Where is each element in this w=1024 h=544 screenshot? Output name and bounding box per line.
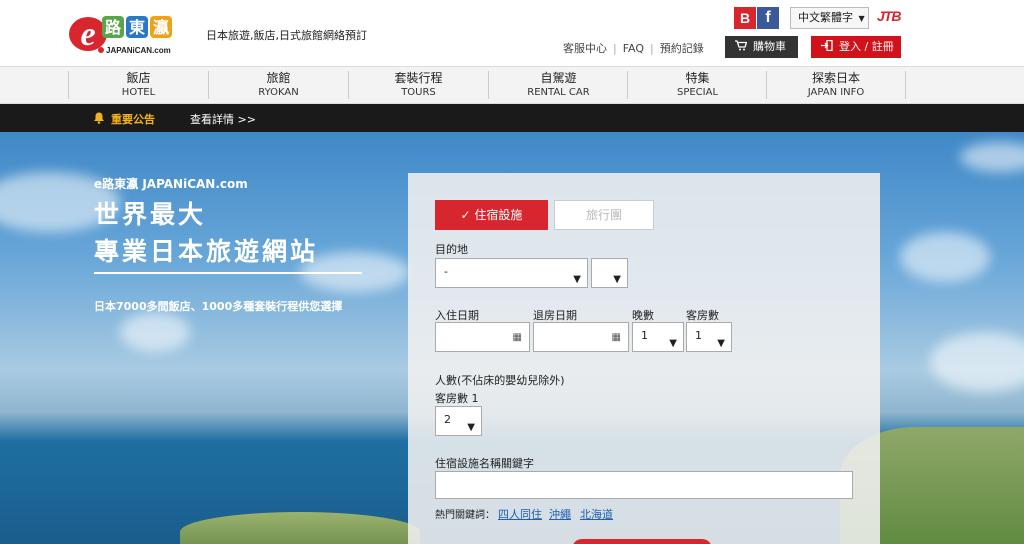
keyword-input[interactable] — [435, 471, 853, 499]
hot-keywords-label: 熱門關鍵詞： — [435, 510, 495, 521]
search-button[interactable] — [572, 539, 712, 544]
caret-down-icon: ▼ — [669, 338, 677, 349]
facebook-icon[interactable]: f — [757, 7, 779, 29]
login-icon — [821, 40, 833, 51]
destination-sub-select[interactable]: ▼ — [591, 258, 628, 288]
hot-keyword-link[interactable]: 北海道 — [580, 506, 613, 522]
link-faq[interactable]: FAQ — [623, 42, 644, 55]
coast-land — [180, 512, 420, 544]
cloud — [120, 312, 190, 352]
cart-icon — [735, 40, 747, 51]
login-button[interactable]: 登入 / 註冊 — [811, 36, 901, 58]
divider: | — [613, 42, 617, 55]
rooms-label: 客房數 — [686, 309, 719, 322]
rooms-value: 1 — [695, 329, 702, 342]
rooms-select[interactable]: 1 ▼ — [686, 322, 732, 352]
nav-label-zh: 套裝行程 — [394, 71, 443, 85]
notice-details-link[interactable]: 查看詳情 >> — [190, 111, 256, 127]
destination-value: - — [444, 265, 448, 278]
room1-label: 客房數 1 — [435, 392, 479, 405]
nav-label-en: RENTAL CAR — [527, 87, 590, 98]
tab-accommodation[interactable]: ✓ 住宿設施 — [435, 200, 548, 230]
site-tagline: 日本旅遊,飯店,日式旅館網絡預訂 — [206, 29, 367, 42]
header: e 路 東 瀛 JAPANiCAN.com 日本旅遊,飯店,日式旅館網絡預訂 B… — [0, 0, 1024, 66]
tab-accommodation-label: 住宿設施 — [474, 208, 523, 222]
room1-value: 2 — [444, 413, 451, 426]
destination-select[interactable]: - ▼ — [435, 258, 588, 288]
nav-item-special[interactable]: 特集 SPECIAL — [627, 71, 767, 99]
hot-keyword-link[interactable]: 四人同住 — [498, 506, 542, 522]
hero-title-line1: 世界最大 — [94, 200, 207, 229]
nav-label-en: JAPAN INFO — [807, 87, 865, 98]
svg-text:東: 東 — [129, 18, 145, 37]
svg-text:e: e — [80, 16, 95, 53]
nav-label-zh: 飯店 — [126, 71, 151, 85]
nav-label-en: SPECIAL — [676, 87, 719, 98]
search-panel: ✓ 住宿設施 旅行團 目的地 - ▼ ▼ 入住日期 退房日期 晚數 客房數 ▦ … — [408, 173, 880, 544]
cloud — [960, 142, 1024, 172]
nights-value: 1 — [641, 329, 648, 342]
top-links: 客服中心 | FAQ | 預約記錄 — [563, 40, 704, 56]
hot-keyword-link[interactable]: 沖繩 — [549, 506, 571, 522]
divider: | — [650, 42, 654, 55]
svg-text:路: 路 — [105, 18, 122, 37]
language-select[interactable]: 中文繁體字 ▼ — [790, 7, 869, 29]
nav-label-en: HOTEL — [121, 87, 156, 98]
login-label: 登入 / 註冊 — [839, 40, 894, 53]
checkout-date-input[interactable]: ▦ — [533, 322, 629, 352]
nights-select[interactable]: 1 ▼ — [632, 322, 684, 352]
language-value: 中文繁體字 — [798, 11, 853, 24]
svg-text:JAPANiCAN.com: JAPANiCAN.com — [106, 46, 171, 55]
nav-label-zh: 特集 — [685, 71, 710, 85]
cloud — [900, 232, 990, 282]
destination-label: 目的地 — [435, 243, 468, 256]
keyword-label: 住宿設施名稱關鍵字 — [435, 457, 534, 470]
japanican-logo[interactable]: e 路 東 瀛 JAPANiCAN.com — [68, 12, 188, 56]
blog-icon[interactable]: B — [734, 7, 756, 29]
nav-label-zh: 旅館 — [266, 71, 291, 85]
nav-item-japan-info[interactable]: 探索日本 JAPAN INFO — [766, 71, 906, 99]
tab-tour[interactable]: 旅行團 — [554, 200, 654, 230]
nav-item-hotel[interactable]: 飯店 HOTEL — [68, 71, 208, 99]
notice-label: 重要公告 — [111, 113, 155, 126]
bell-icon — [94, 112, 104, 124]
nav-label-en: RYOKAN — [258, 87, 299, 98]
cloud — [930, 332, 1024, 392]
caret-down-icon: ▼ — [467, 422, 475, 433]
notice-bar: 重要公告 查看詳情 >> — [0, 104, 1024, 132]
checkin-date-input[interactable]: ▦ — [435, 322, 530, 352]
hero-brand: e路東瀛 JAPANiCAN.com — [94, 177, 248, 191]
calendar-icon: ▦ — [512, 332, 522, 343]
hero-subtitle: 日本7000多間飯店、1000多種套裝行程供您選擇 — [94, 300, 343, 313]
main-nav: 飯店 HOTEL 旅館 RYOKAN 套裝行程 TOURS 自駕遊 RENTAL… — [0, 66, 1024, 104]
hero-banner: e路東瀛 JAPANiCAN.com 世界最大 專業日本旅遊網站 日本7000多… — [0, 132, 1024, 544]
caret-down-icon: ▼ — [858, 14, 865, 23]
link-customer-service[interactable]: 客服中心 — [563, 42, 607, 55]
calendar-icon: ▦ — [611, 332, 621, 343]
link-booking-history[interactable]: 預約記錄 — [660, 42, 704, 55]
nav-item-ryokan[interactable]: 旅館 RYOKAN — [208, 71, 348, 99]
nights-label: 晚數 — [632, 309, 654, 322]
nav-label-zh: 自駕遊 — [540, 71, 577, 85]
nav-item-rental-car[interactable]: 自駕遊 RENTAL CAR — [488, 71, 628, 99]
persons-label: 人數(不佔床的嬰幼兒除外) — [435, 374, 565, 387]
nav-item-tours[interactable]: 套裝行程 TOURS — [348, 71, 488, 99]
svg-text:瀛: 瀛 — [153, 18, 169, 37]
hero-divider — [94, 272, 362, 274]
checkin-label: 入住日期 — [435, 309, 479, 322]
caret-down-icon: ▼ — [613, 274, 621, 285]
nav-label-en: TOURS — [401, 87, 436, 98]
jtb-logo[interactable]: JTB — [877, 8, 901, 24]
hero-title: 世界最大 專業日本旅遊網站 — [94, 196, 318, 270]
caret-down-icon: ▼ — [717, 338, 725, 349]
nav-label-zh: 探索日本 — [811, 71, 860, 85]
cart-label: 購物車 — [753, 40, 786, 53]
caret-down-icon: ▼ — [573, 274, 581, 285]
cart-button[interactable]: 購物車 — [725, 36, 798, 58]
hero-title-line2: 專業日本旅遊網站 — [94, 237, 319, 266]
checkout-label: 退房日期 — [533, 309, 577, 322]
room1-persons-select[interactable]: 2 ▼ — [435, 406, 482, 436]
